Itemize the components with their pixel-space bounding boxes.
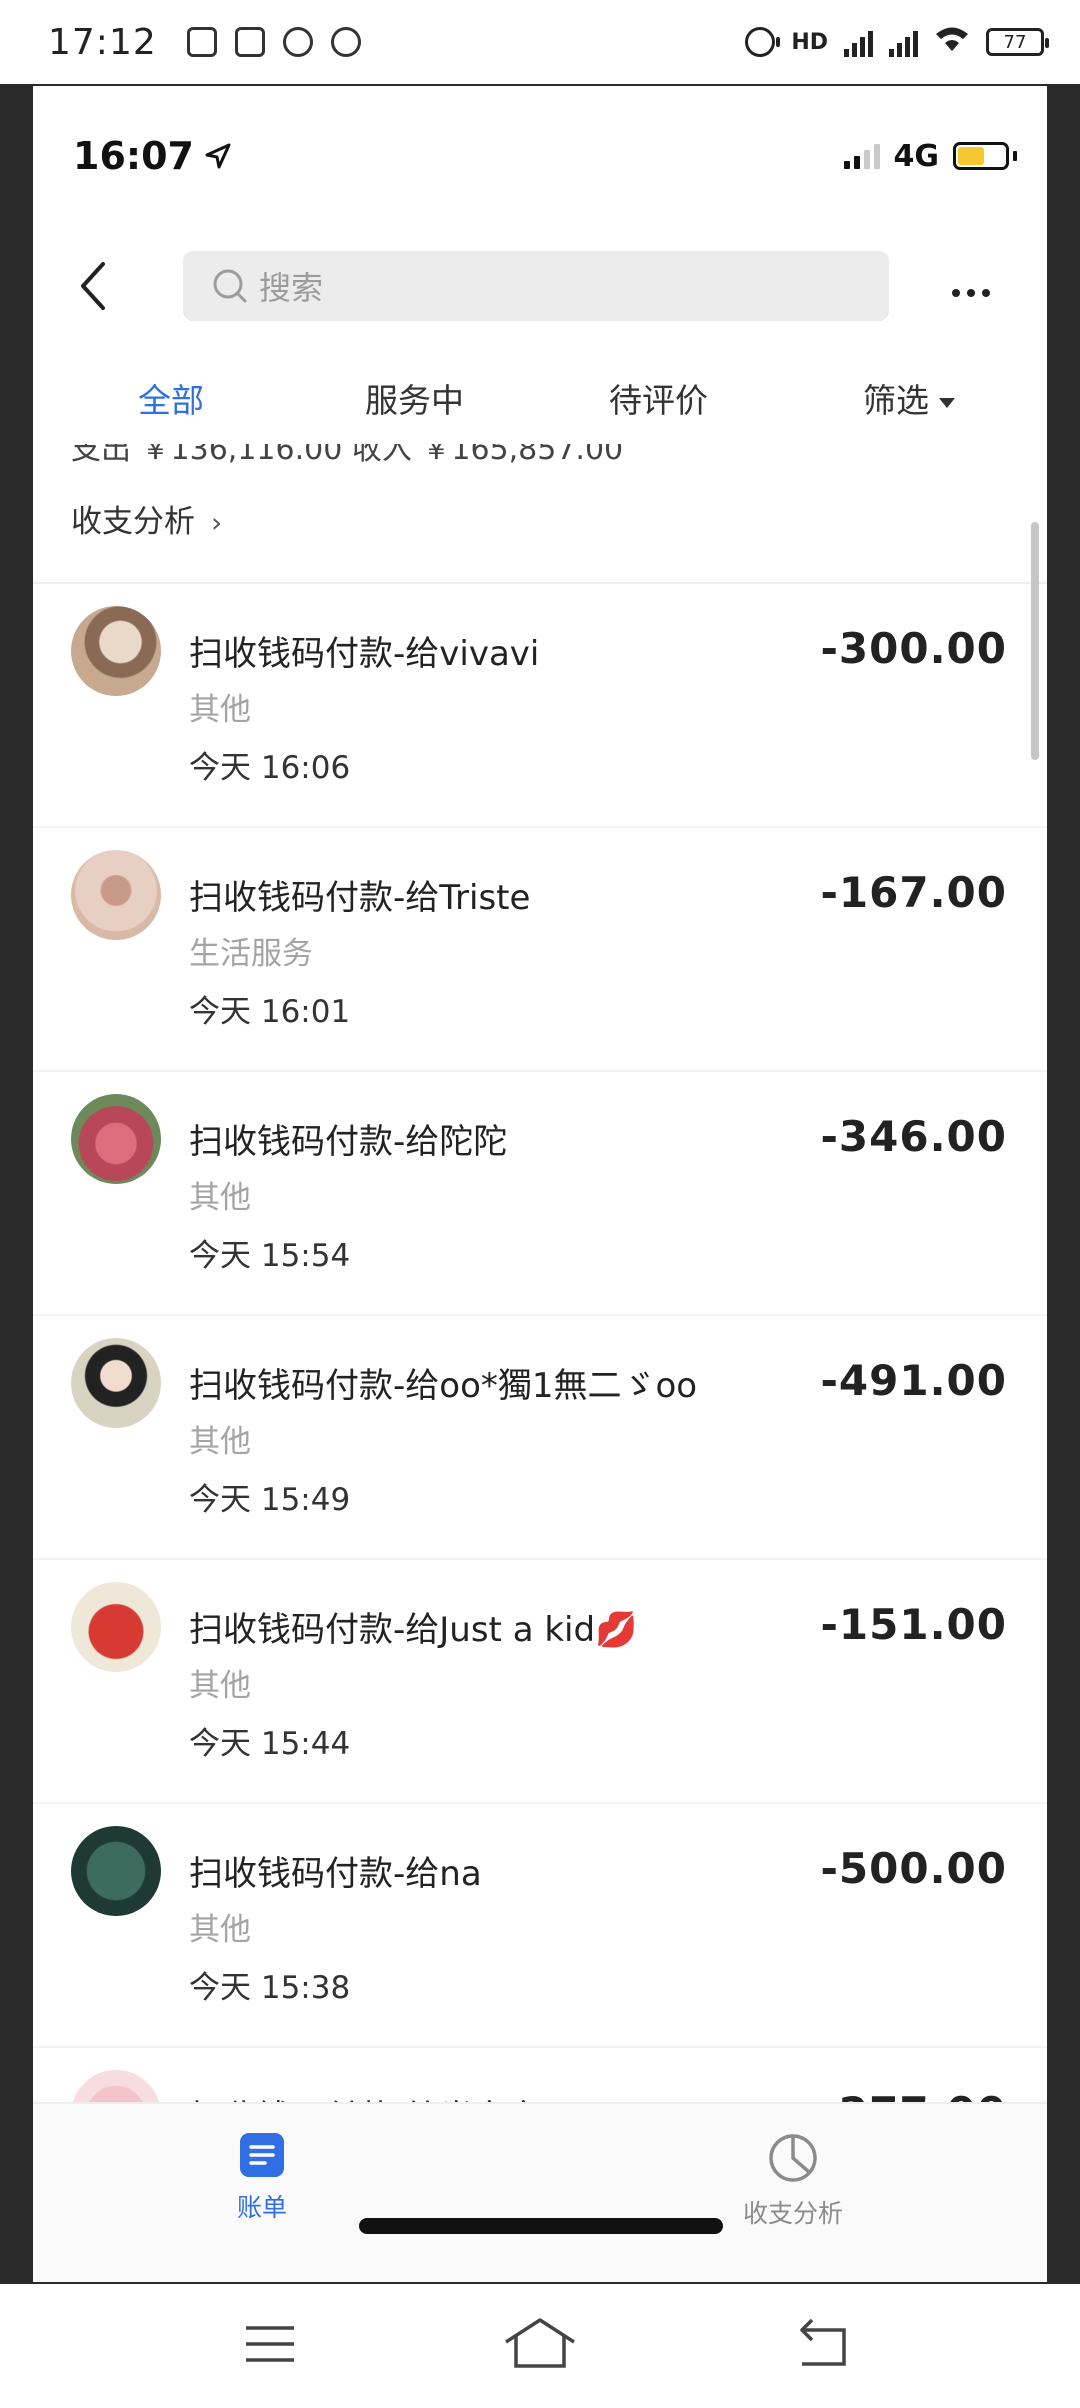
- filter-label: 筛选: [863, 381, 929, 420]
- system-clock: 17:12: [48, 21, 157, 63]
- caret-down-icon: [939, 397, 955, 408]
- tab-to-review[interactable]: 待评价: [609, 374, 708, 422]
- transaction-amount: -500.00: [820, 1844, 1007, 1893]
- transaction-time: 今天 15:49: [189, 1482, 351, 1518]
- bill-icon: [240, 2133, 284, 2177]
- transaction-title: 扫收钱码付款-给oo*獨1無二ゞoo: [189, 1366, 698, 1406]
- avatar: [71, 1338, 161, 1428]
- alipay-notification-icon: [282, 27, 313, 57]
- summary-totals: 支出 ￥136,116.00 收入 ￥165,857.00: [71, 444, 624, 467]
- search-input[interactable]: 搜索: [183, 251, 889, 321]
- mail-notification-icon: [186, 27, 217, 57]
- filter-tabs: 全部 服务中 待评价 筛选: [33, 346, 1047, 444]
- inner-status-bar: 16:07 4G: [33, 86, 1047, 226]
- transaction-title: 扫收钱码付款-给na: [189, 1854, 482, 1894]
- home-icon[interactable]: [502, 2314, 578, 2374]
- back-icon[interactable]: [792, 2314, 852, 2374]
- transaction-category: 其他: [189, 1180, 251, 1216]
- wechat-notification-icon: [330, 27, 361, 57]
- transaction-time: 今天 15:44: [189, 1726, 351, 1762]
- analysis-link[interactable]: 收支分析 ›: [71, 496, 222, 541]
- transaction-title: 扫收钱码付款-给陀陀: [189, 1122, 508, 1162]
- avatar: [71, 1582, 161, 1672]
- avatar: [71, 1826, 161, 1916]
- alarm-icon: [745, 27, 781, 57]
- transaction-row[interactable]: 扫收钱码付款-给vivavi 其他 今天 16:06 -300.00: [33, 584, 1047, 828]
- search-placeholder: 搜索: [259, 269, 324, 307]
- cell-signal-icon: [843, 143, 880, 169]
- search-icon: [213, 269, 247, 303]
- notification-icons: [186, 27, 361, 57]
- transaction-amount: -300.00: [820, 624, 1007, 673]
- transaction-row[interactable]: 扫收钱码付款-给陀陀 其他 今天 15:54 -346.00: [33, 1072, 1047, 1316]
- network-type: 4G: [893, 138, 940, 174]
- transaction-category: 其他: [189, 1668, 251, 1704]
- system-nav-bar: [0, 2284, 1080, 2408]
- chevron-left-icon: [81, 262, 105, 310]
- bottom-tab-bar: 账单 收支分析: [33, 2102, 1047, 2282]
- transaction-category: 生活服务: [189, 936, 313, 972]
- summary-section: 支出 ￥136,116.00 收入 ￥165,857.00 收支分析 ›: [33, 444, 1047, 584]
- tab-filter[interactable]: 筛选: [863, 374, 955, 422]
- transaction-row[interactable]: 扫收钱码付款-给Triste 生活服务 今天 16:01 -167.00: [33, 828, 1047, 1072]
- transaction-row[interactable]: 扫收钱码付款-给Just a kid💋 其他 今天 15:44 -151.00: [33, 1560, 1047, 1804]
- transaction-title: 扫收钱码付款-给Triste: [189, 878, 531, 918]
- transaction-category: 其他: [189, 692, 251, 728]
- top-nav: 搜索: [33, 226, 1047, 346]
- transaction-time: 今天 16:06: [189, 750, 351, 786]
- inner-clock: 16:07: [73, 134, 194, 178]
- home-indicator[interactable]: [359, 2218, 723, 2234]
- battery-cap: [1013, 151, 1017, 161]
- chevron-right-icon: ›: [211, 506, 223, 539]
- tab-bill-label: 账单: [237, 2193, 288, 2222]
- transaction-time: 今天 15:38: [189, 1970, 351, 2006]
- location-arrow-icon: [205, 143, 231, 169]
- transaction-amount: -346.00: [820, 1112, 1007, 1161]
- transaction-list: 扫收钱码付款-给vivavi 其他 今天 16:06 -300.00 扫收钱码付…: [33, 584, 1047, 2282]
- pie-chart-icon: [769, 2134, 817, 2182]
- scrollbar[interactable]: [1031, 522, 1039, 760]
- transaction-amount: -167.00: [820, 868, 1007, 917]
- signal-5g-1-icon: [844, 27, 873, 57]
- analysis-link-label: 收支分析: [71, 504, 195, 540]
- tab-all[interactable]: 全部: [138, 374, 204, 422]
- transaction-time: 今天 16:01: [189, 994, 351, 1030]
- transaction-title: 扫收钱码付款-给vivavi: [189, 634, 540, 674]
- avatar: [71, 850, 161, 940]
- wifi-icon: [934, 25, 970, 59]
- avatar: [71, 606, 161, 696]
- avatar: [71, 1094, 161, 1184]
- battery-icon: 77: [986, 28, 1049, 56]
- system-status-bar: 17:12 HD 77: [0, 0, 1080, 84]
- back-button[interactable]: [63, 256, 123, 316]
- transaction-row[interactable]: 扫收钱码付款-给na 其他 今天 15:38 -500.00: [33, 1804, 1047, 2048]
- app-notification-icon: [234, 27, 265, 57]
- transaction-title: 扫收钱码付款-给Just a kid💋: [189, 1610, 638, 1650]
- signal-5g-2-icon: [889, 27, 918, 57]
- transaction-row[interactable]: 扫收钱码付款-给oo*獨1無二ゞoo 其他 今天 15:49 -491.00: [33, 1316, 1047, 1560]
- inner-screen: 16:07 4G 搜索 全部 服务中 待评价 筛选 支出 ￥136,116.00…: [33, 86, 1047, 2282]
- hd-icon: HD: [791, 29, 828, 55]
- transaction-category: 其他: [189, 1912, 251, 1948]
- transaction-amount: -151.00: [820, 1600, 1007, 1649]
- tab-bill[interactable]: 账单: [237, 2132, 287, 2224]
- battery-level: 77: [1003, 31, 1027, 53]
- more-options-icon[interactable]: [951, 266, 991, 307]
- transaction-amount: -491.00: [820, 1356, 1007, 1405]
- transaction-category: 其他: [189, 1424, 251, 1460]
- transaction-time: 今天 15:54: [189, 1238, 351, 1274]
- tab-in-service[interactable]: 服务中: [365, 374, 464, 422]
- inner-battery-icon: [953, 142, 1009, 170]
- menu-icon[interactable]: [240, 2314, 300, 2374]
- tab-analysis[interactable]: 收支分析: [743, 2132, 843, 2230]
- tab-analysis-label: 收支分析: [743, 2199, 844, 2228]
